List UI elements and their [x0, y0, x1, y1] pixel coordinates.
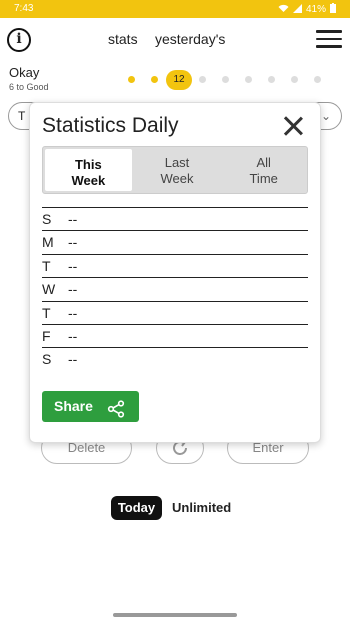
tab-label: All [256, 155, 271, 170]
tab-label: This [74, 157, 102, 172]
daily-stats-list: S -- M -- T -- W -- T -- F -- S -- [42, 207, 308, 371]
day-label: S [42, 351, 52, 368]
day-label: W [42, 281, 56, 298]
wifi-icon [278, 4, 289, 16]
day-label: T [42, 257, 51, 274]
stats-link[interactable]: stats [108, 31, 138, 47]
stats-row: M -- [42, 230, 308, 253]
status-bar: 7:43 41% [0, 0, 350, 18]
progress-dot [222, 76, 229, 83]
tab-this-week[interactable]: This Week [45, 149, 132, 191]
share-button[interactable]: Share [42, 391, 139, 422]
day-label: M [42, 234, 54, 251]
signal-icon [292, 3, 302, 16]
category-select-value: T [18, 109, 26, 123]
refresh-icon [169, 439, 191, 462]
day-value: -- [68, 327, 78, 344]
stats-row: T -- [42, 300, 308, 324]
level-title: Okay [9, 65, 40, 80]
tab-label: Week [160, 171, 194, 186]
chevron-down-icon: ⌄ [320, 109, 331, 123]
tab-label: Time [249, 171, 278, 186]
day-value: -- [68, 257, 78, 274]
status-icons: 41% [278, 3, 336, 16]
progress-dot [245, 76, 252, 83]
day-value: -- [68, 304, 78, 321]
stats-row: S -- [42, 207, 308, 230]
day-label: S [42, 211, 52, 227]
menu-icon[interactable] [316, 30, 342, 48]
progress-dot [151, 76, 158, 83]
stats-row: F -- [42, 323, 308, 347]
day-label: T [42, 304, 51, 321]
progress-dot [314, 76, 321, 83]
progress-dot [128, 76, 135, 83]
clock: 7:43 [14, 3, 34, 14]
battery-icon [330, 3, 336, 16]
yesterdays-link[interactable]: yesterday's [155, 31, 225, 47]
progress-dots: 12 [124, 70, 324, 90]
progress-dot [291, 76, 298, 83]
dialog-title: Statistics Daily [42, 114, 179, 137]
day-value: -- [68, 234, 78, 251]
info-icon[interactable]: i [7, 28, 31, 52]
stats-row: T -- [42, 253, 308, 277]
share-label: Share [54, 398, 93, 414]
progress-dot [268, 76, 275, 83]
share-icon [107, 398, 125, 418]
day-value: -- [68, 281, 78, 298]
today-tab[interactable]: Today [111, 496, 162, 520]
tab-label: Last [164, 155, 190, 170]
day-value: -- [68, 211, 78, 227]
battery-percent: 41% [305, 4, 326, 15]
stats-row: W -- [42, 277, 308, 300]
statistics-dialog: Statistics Daily This Week Last Week All… [29, 102, 321, 443]
level-subtitle: 6 to Good [9, 82, 49, 92]
day-label: F [42, 327, 51, 344]
tab-last-week[interactable]: Last Week [134, 147, 221, 193]
tab-label: Week [71, 173, 106, 188]
home-indicator[interactable] [113, 613, 237, 617]
period-tabs: This Week Last Week All Time [42, 146, 308, 194]
unlimited-tab[interactable]: Unlimited [172, 500, 231, 515]
progress-current: 12 [166, 70, 192, 90]
close-icon[interactable] [282, 115, 304, 137]
stats-row: S -- [42, 347, 308, 370]
day-value: -- [68, 351, 78, 368]
progress-dot [199, 76, 206, 83]
app-header: i stats yesterday's [0, 18, 350, 60]
tab-all-time[interactable]: All Time [220, 147, 307, 193]
